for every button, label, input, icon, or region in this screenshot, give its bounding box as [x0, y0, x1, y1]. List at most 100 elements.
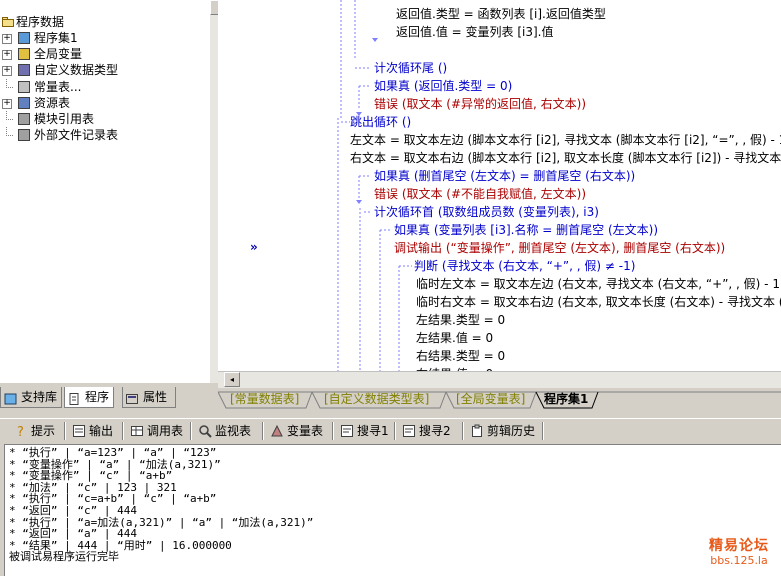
- separator: [394, 422, 396, 440]
- code-tabs: [常量数据表] [自定义数据类型表] [全局变量表] 程序集1: [218, 390, 781, 410]
- code-line[interactable]: 调试输出 (“变量操作”, 删首尾空 (左文本), 删首尾空 (右文本)): [394, 240, 725, 256]
- property-icon: [126, 391, 139, 404]
- clipboard-icon: [470, 424, 484, 438]
- code-line[interactable]: 错误 (取文本 (#不能自我赋值, 左文本)): [374, 186, 586, 202]
- separator: [122, 422, 124, 440]
- tab-clip-history[interactable]: 剪辑历史: [468, 422, 535, 440]
- watermark-url: bbs.125.la: [710, 554, 768, 567]
- code-line[interactable]: 左结果.类型 = 0: [416, 312, 505, 328]
- tab-watch-table-label: 监视表: [215, 424, 252, 438]
- tree-item-label: 程序集1: [34, 31, 78, 45]
- code-line[interactable]: 临时右文本 = 取文本右边 (右文本, 取文本长度 (右文本) - 寻找文本 (…: [416, 294, 781, 310]
- call-table-icon: [130, 424, 144, 438]
- tab-variable-table-label: 变量表: [287, 424, 324, 438]
- tree-item-icon: [18, 113, 30, 125]
- output-line: 被调试易程序运行完毕: [9, 550, 119, 564]
- tree-item-label: 资源表: [34, 95, 71, 110]
- expand-icon[interactable]: +: [2, 66, 12, 77]
- tree-item-icon: [18, 32, 30, 44]
- tab-program-label: 程序: [85, 390, 110, 404]
- tree-item-label: 常量表...: [34, 79, 82, 94]
- tree-item-label: 外部文件记录表: [34, 128, 119, 143]
- code-line[interactable]: 跳出循环 (): [350, 114, 411, 130]
- output-panel[interactable]: * “执行” | “a=123” | “a” | “123” * “变量操作” |…: [4, 444, 781, 576]
- tab-hint[interactable]: ? 提示: [12, 422, 55, 440]
- tree-item-icon: [18, 48, 30, 61]
- tab-clip-history-label: 剪辑历史: [487, 424, 536, 438]
- tab-watch-table[interactable]: 监视表: [196, 422, 251, 440]
- tree-root-label: 程序数据: [16, 15, 65, 29]
- tree-item-label: 自定义数据类型: [34, 63, 119, 78]
- tab-hint-label: 提示: [31, 424, 56, 438]
- code-line[interactable]: 左文本 = 取文本左边 (脚本文本行 [i2], 寻找文本 (脚本文本行 [i2…: [350, 132, 781, 148]
- code-line[interactable]: 如果真 (返回值.类型 = 0): [374, 78, 512, 94]
- code-line[interactable]: 左结果.值 = 0: [416, 330, 493, 346]
- separator: [190, 422, 192, 440]
- expand-icon[interactable]: +: [2, 50, 12, 61]
- code-line[interactable]: 右结果.类型 = 0: [416, 348, 505, 364]
- output-icon: [72, 424, 86, 438]
- svg-text:?: ?: [17, 425, 24, 438]
- tab-global-var-table[interactable]: [全局变量表]: [456, 390, 525, 408]
- tree-connector: [6, 78, 13, 88]
- current-line-marker: »: [250, 240, 258, 254]
- code-horizontal-scrollbar[interactable]: ◂: [218, 371, 781, 388]
- tab-output[interactable]: 输出: [70, 422, 113, 440]
- code-line[interactable]: 如果真 (变量列表 [i3].名称 = 删首尾空 (左文本)): [394, 222, 658, 238]
- left-panel-tabs: 支持库 程序 属性: [0, 387, 209, 409]
- code-line[interactable]: 返回值.值 = 变量列表 [i3].值: [396, 24, 553, 40]
- tab-search-1-label: 搜寻1: [357, 424, 389, 438]
- separator: [462, 422, 464, 440]
- code-line[interactable]: 临时左文本 = 取文本左边 (右文本, 寻找文本 (右文本, “+”, , 假)…: [416, 276, 781, 292]
- program-tree: 程序数据 + 程序集1 + 全局变量 + 自定义数据类型 常量表... + 资源表模块引用表外部…: [0, 0, 210, 383]
- search-result-icon: [402, 424, 416, 438]
- tab-search-2[interactable]: 搜寻2: [400, 422, 451, 440]
- watermark-title: 精易论坛: [709, 538, 769, 554]
- code-line[interactable]: 计次循环尾 (): [374, 60, 447, 76]
- tab-program[interactable]: 程序: [64, 387, 114, 408]
- code-line[interactable]: 计次循环首 (取数组成员数 (变量列表), i3): [374, 204, 599, 220]
- tree-item-label: 模块引用表: [34, 112, 95, 126]
- code-editor[interactable]: 返回值.类型 = 函数列表 [i].返回值类型 返回值.值 = 变量列表 [i3]…: [218, 0, 781, 372]
- tree-item-icon: [18, 80, 30, 93]
- tab-call-table[interactable]: 调用表: [128, 422, 183, 440]
- code-line[interactable]: 右文本 = 取文本右边 (脚本文本行 [i2], 取文本长度 (脚本文本行 [i…: [350, 150, 781, 166]
- separator: [332, 422, 334, 440]
- code-line[interactable]: 判断 (寻找文本 (右文本, “+”, , 假) ≠ -1): [414, 258, 635, 274]
- tab-support-library[interactable]: 支持库: [0, 387, 62, 408]
- separator: [262, 422, 264, 440]
- folder-icon: [2, 16, 14, 28]
- tree-connector: [6, 127, 13, 137]
- hint-icon: ?: [14, 424, 28, 440]
- code-line[interactable]: 如果真 (删首尾空 (左文本) = 删首尾空 (右文本)): [374, 168, 635, 184]
- scroll-left-button[interactable]: ◂: [224, 372, 240, 387]
- tab-property-label: 属性: [143, 390, 168, 404]
- expand-icon[interactable]: +: [2, 98, 12, 109]
- tree-item-label: 全局变量: [34, 47, 83, 62]
- tab-property[interactable]: 属性: [122, 387, 176, 408]
- bottom-panel-tabs: ? 提示 输出 调用表 监视表 变量表 搜寻1 搜寻2 剪辑历史: [0, 418, 781, 443]
- variable-icon: [270, 424, 284, 438]
- magnifier-icon: [198, 424, 212, 438]
- tab-call-table-label: 调用表: [147, 424, 184, 438]
- book-icon: [4, 391, 17, 405]
- tab-search-1[interactable]: 搜寻1: [338, 422, 389, 440]
- tab-custom-type-table[interactable]: [自定义数据类型表]: [324, 390, 429, 408]
- tree-item-icon: [18, 64, 30, 77]
- expand-icon[interactable]: +: [2, 34, 12, 44]
- search-result-icon: [340, 424, 354, 438]
- tree-item-icon: [18, 96, 30, 109]
- code-line[interactable]: 错误 (取文本 (#异常的返回值, 右文本)): [374, 96, 586, 112]
- tab-variable-table[interactable]: 变量表: [268, 422, 323, 440]
- tab-program-set-1[interactable]: 程序集1: [544, 390, 588, 408]
- tab-support-label: 支持库: [21, 390, 58, 404]
- separator: [542, 422, 544, 440]
- separator: [64, 422, 66, 440]
- tree-item-icon: [18, 129, 30, 142]
- tree-connector: [6, 111, 13, 120]
- tab-constant-table[interactable]: [常量数据表]: [230, 390, 299, 408]
- document-icon: [68, 391, 81, 405]
- tab-search-2-label: 搜寻2: [419, 424, 451, 438]
- tab-output-label: 输出: [89, 424, 114, 438]
- code-line[interactable]: 返回值.类型 = 函数列表 [i].返回值类型: [396, 6, 606, 22]
